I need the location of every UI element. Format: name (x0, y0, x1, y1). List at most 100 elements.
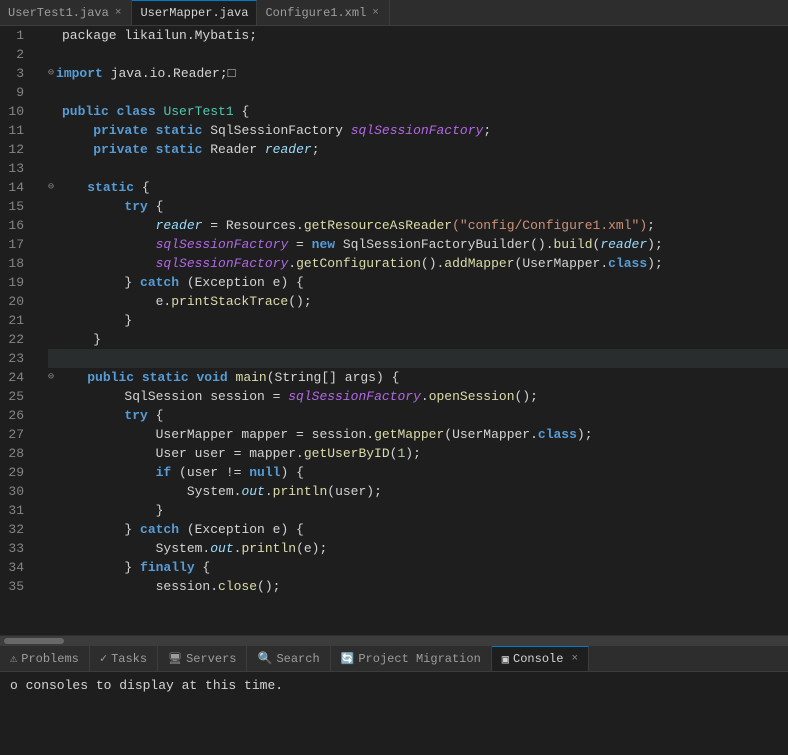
bottom-panel: ⚠ Problems ✓ Tasks 🖥 Servers 🔍 Search 🔄 … (0, 645, 788, 755)
token: catch (140, 520, 179, 539)
token: (UserMapper. (444, 425, 538, 444)
token: ( (390, 444, 398, 463)
token: { (234, 102, 250, 121)
code-container: 1239101112131415161718192021222324252627… (0, 26, 788, 635)
token: sqlSessionFactory (288, 387, 421, 406)
token: addMapper (444, 254, 514, 273)
bottom-tab-tasks[interactable]: ✓ Tasks (90, 646, 158, 671)
line-number-23: 23 (8, 349, 32, 368)
bottom-tab-servers[interactable]: 🖥 Servers (158, 646, 247, 671)
token: session. (62, 577, 218, 596)
horizontal-scrollbar[interactable] (0, 635, 788, 645)
code-content[interactable]: package likailun.Mybatis;⊖import java.io… (40, 26, 788, 635)
tab-configure1[interactable]: Configure1.xml × (257, 0, 389, 25)
tab-usertest1-close[interactable]: × (113, 7, 124, 19)
token (148, 140, 156, 159)
token: (Exception e) { (179, 520, 304, 539)
token: void (197, 368, 228, 387)
code-line-32: } catch (Exception e) { (48, 520, 788, 539)
code-line-24: ⊖ public static void main(String[] args)… (48, 368, 788, 387)
line-number-21: 21 (8, 311, 32, 330)
console-content: o consoles to display at this time. (0, 672, 788, 755)
line-number-3: 3 (8, 64, 32, 83)
line-number-35: 35 (8, 577, 32, 596)
fold-icon-24[interactable]: ⊖ (48, 368, 54, 387)
fold-icon-14[interactable]: ⊖ (48, 178, 54, 197)
editor-area: 1239101112131415161718192021222324252627… (0, 26, 788, 645)
code-line-10: public class UserTest1 { (48, 102, 788, 121)
line-number-30: 30 (8, 482, 32, 501)
console-icon: ▣ (502, 652, 509, 667)
token: } (62, 311, 132, 330)
line-number-32: 32 (8, 520, 32, 539)
tab-usertest1-label: UserTest1.java (8, 6, 109, 20)
code-line-20: e.printStackTrace(); (48, 292, 788, 311)
token: } (62, 520, 140, 539)
bottom-tab-migration[interactable]: 🔄 Project Migration (331, 646, 492, 671)
token: UserMapper mapper = session. (62, 425, 374, 444)
line-number-12: 12 (8, 140, 32, 159)
token: 1 (397, 444, 405, 463)
code-line-31: } (48, 501, 788, 520)
line-number-20: 20 (8, 292, 32, 311)
token: class (608, 254, 647, 273)
token: SqlSession session = (62, 387, 288, 406)
token: e. (62, 292, 171, 311)
token (62, 121, 93, 140)
migration-icon: 🔄 (341, 652, 355, 666)
token: (user); (327, 482, 382, 501)
line-number-34: 34 (8, 558, 32, 577)
line-number-17: 17 (8, 235, 32, 254)
servers-icon: 🖥 (168, 652, 182, 666)
console-close[interactable]: × (571, 653, 578, 665)
token: SqlSessionFactory (202, 121, 350, 140)
token: { (195, 558, 211, 577)
bottom-tab-search[interactable]: 🔍 Search (247, 646, 330, 671)
line-number-26: 26 (8, 406, 32, 425)
line-number-16: 16 (8, 216, 32, 235)
token: reader (265, 140, 312, 159)
tab-configure1-close[interactable]: × (370, 7, 381, 19)
token: getConfiguration (296, 254, 421, 273)
bottom-tab-console[interactable]: ▣ Console × (492, 646, 589, 671)
tab-usermapper[interactable]: UserMapper.java (132, 0, 257, 25)
line-number-13: 13 (8, 159, 32, 178)
token: sqlSessionFactory (156, 235, 289, 254)
token: sqlSessionFactory (351, 121, 484, 140)
token: reader (600, 235, 647, 254)
token: finally (140, 558, 195, 577)
token (156, 102, 164, 121)
token: close (218, 577, 257, 596)
token: sqlSessionFactory (156, 254, 289, 273)
tab-usertest1[interactable]: UserTest1.java × (0, 0, 132, 25)
token: java.io.Reader; (103, 64, 228, 83)
code-line-21: } (48, 311, 788, 330)
bottom-tab-problems-label: Problems (21, 652, 79, 666)
token: ); (405, 444, 421, 463)
editor-tab-bar: UserTest1.java × UserMapper.java Configu… (0, 0, 788, 26)
code-line-34: } finally { (48, 558, 788, 577)
token: getUserByID (304, 444, 390, 463)
code-line-12: private static Reader reader; (48, 140, 788, 159)
token: getMapper (374, 425, 444, 444)
token (62, 216, 156, 235)
line-number-29: 29 (8, 463, 32, 482)
token: UserTest1 (163, 102, 233, 121)
token: println (273, 482, 328, 501)
bottom-tab-problems[interactable]: ⚠ Problems (0, 646, 90, 671)
token: (user != (171, 463, 249, 482)
token: public (87, 368, 134, 387)
token: } (62, 330, 101, 349)
token: private (93, 121, 148, 140)
token: package likailun.Mybatis; (62, 26, 257, 45)
token: . (234, 539, 242, 558)
token: = (288, 235, 311, 254)
code-line-22: } (48, 330, 788, 349)
token: class (538, 425, 577, 444)
fold-icon-3[interactable]: ⊖ (48, 64, 54, 83)
line-number-31: 31 (8, 501, 32, 520)
problems-icon: ⚠ (10, 651, 17, 666)
token: (UserMapper. (515, 254, 609, 273)
console-message: o consoles to display at this time. (10, 678, 283, 693)
code-line-18: sqlSessionFactory.getConfiguration().add… (48, 254, 788, 273)
